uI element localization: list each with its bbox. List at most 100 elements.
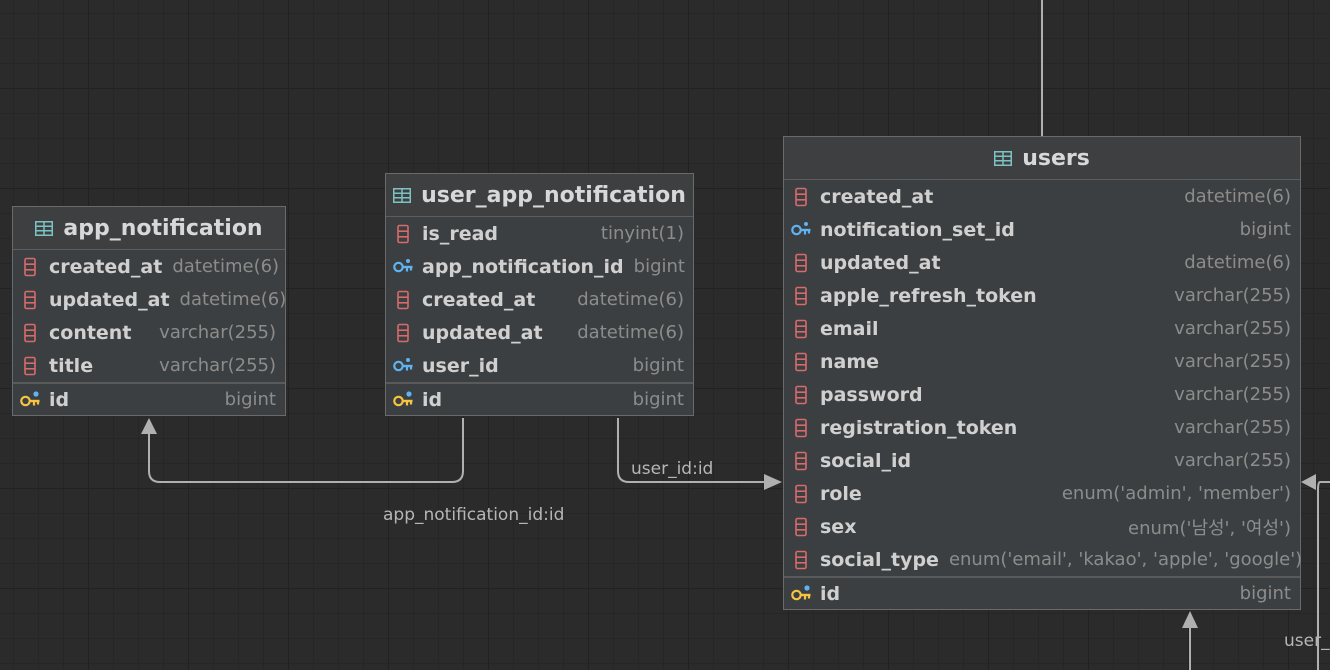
- column-name: content: [49, 321, 132, 344]
- column-icon: [790, 417, 812, 439]
- column-list: created_at datetime(6) notification_set_id…: [784, 180, 1303, 609]
- column-type: enum('남성', '여성'): [1128, 517, 1291, 539]
- column-type: bigint: [632, 355, 684, 376]
- primary-key-row[interactable]: id bigint: [386, 382, 693, 415]
- primary-key-icon: [19, 389, 41, 411]
- column-type: bigint: [224, 389, 276, 410]
- column-row[interactable]: user_id bigint: [386, 349, 693, 382]
- column-row[interactable]: password varchar(255): [784, 378, 1300, 411]
- column-row[interactable]: created_at datetime(6): [386, 283, 693, 316]
- column-type: varchar(255): [1174, 417, 1291, 438]
- column-name: created_at: [422, 288, 536, 311]
- column-row[interactable]: updated_at datetime(6): [13, 283, 286, 316]
- relation-label-user-edge: user_: [1284, 631, 1330, 651]
- column-type: varchar(255): [159, 322, 276, 343]
- column-icon: [790, 252, 812, 274]
- column-row[interactable]: apple_refresh_token varchar(255): [784, 279, 1300, 312]
- arrowhead-users-bottom: [1182, 611, 1198, 628]
- entity-user-app-notification[interactable]: user_app_notification is_read tinyint(1) a…: [385, 173, 694, 416]
- column-type: datetime(6): [1184, 252, 1291, 273]
- column-name: social_id: [820, 449, 912, 472]
- column-name: app_notification_id: [422, 255, 624, 278]
- column-row[interactable]: created_at datetime(6): [13, 250, 285, 283]
- entity-users[interactable]: users created_at datetime(6) notification_…: [783, 136, 1303, 610]
- column-name: id: [820, 582, 841, 605]
- column-icon: [790, 549, 812, 571]
- relation-label-app-notification-id: app_notification_id:id: [383, 505, 565, 525]
- column-row[interactable]: name varchar(255): [784, 345, 1300, 378]
- column-icon: [19, 256, 41, 278]
- column-row[interactable]: is_read tinyint(1): [386, 217, 693, 250]
- column-name: id: [422, 388, 443, 411]
- column-type: varchar(255): [1174, 318, 1291, 339]
- column-type: varchar(255): [159, 355, 276, 376]
- column-name: email: [820, 317, 879, 340]
- column-name: created_at: [820, 185, 934, 208]
- column-name: is_read: [422, 222, 498, 245]
- column-row[interactable]: title varchar(255): [13, 349, 285, 382]
- column-list: is_read tinyint(1) app_notification_id bigi…: [386, 217, 693, 415]
- app-notification-link: [148, 418, 464, 483]
- column-icon: [19, 355, 41, 377]
- column-name: updated_at: [422, 321, 543, 344]
- column-row[interactable]: notification_set_id bigint: [784, 213, 1300, 246]
- column-icon: [790, 483, 812, 505]
- column-row[interactable]: updated_at datetime(6): [784, 246, 1300, 279]
- column-icon: [392, 322, 414, 344]
- column-type: bigint: [632, 389, 684, 410]
- column-name: notification_set_id: [820, 218, 1015, 241]
- column-row[interactable]: sex enum('남성', '여성'): [784, 510, 1300, 543]
- column-name: user_id: [422, 354, 499, 377]
- column-type: varchar(255): [1174, 351, 1291, 372]
- column-type: bigint: [1239, 583, 1291, 604]
- column-name: updated_at: [49, 288, 170, 311]
- column-name: name: [820, 350, 880, 373]
- column-type: datetime(6): [577, 289, 684, 310]
- column-type: bigint: [633, 256, 685, 277]
- column-row[interactable]: registration_token varchar(255): [784, 411, 1300, 444]
- table-icon: [393, 187, 412, 203]
- primary-key-icon: [790, 583, 812, 605]
- column-icon: [790, 186, 812, 208]
- column-type: varchar(255): [1174, 285, 1291, 306]
- column-name: sex: [820, 515, 857, 538]
- column-row[interactable]: updated_at datetime(6): [386, 316, 693, 349]
- primary-key-row[interactable]: id bigint: [13, 382, 285, 415]
- column-name: id: [49, 388, 70, 411]
- entity-app-notification[interactable]: app_notification created_at datetime(6) up…: [12, 206, 286, 416]
- entity-title: users: [1022, 145, 1090, 171]
- column-type: datetime(6): [1184, 186, 1291, 207]
- column-name: role: [820, 482, 862, 505]
- column-icon: [392, 289, 414, 311]
- column-type: tinyint(1): [600, 223, 684, 244]
- column-row[interactable]: app_notification_id bigint: [386, 250, 693, 283]
- primary-key-icon: [392, 389, 414, 411]
- arrowhead-app-notification: [141, 418, 157, 434]
- entity-title: app_notification: [63, 215, 263, 241]
- column-icon: [790, 351, 812, 373]
- primary-key-row[interactable]: id bigint: [784, 576, 1300, 609]
- arrowhead-users-right: [1301, 474, 1316, 490]
- column-row[interactable]: social_type enum('email', 'kakao', 'apple…: [784, 543, 1303, 576]
- column-name: title: [49, 354, 94, 377]
- column-type: datetime(6): [172, 256, 280, 277]
- arrowhead-user-id: [764, 474, 782, 490]
- column-name: password: [820, 383, 923, 406]
- column-row[interactable]: role enum('admin', 'member'): [784, 477, 1300, 510]
- column-name: social_type: [820, 548, 939, 571]
- column-type: enum('admin', 'member'): [1061, 483, 1291, 504]
- foreign-key-icon: [392, 256, 414, 278]
- column-row[interactable]: email varchar(255): [784, 312, 1300, 345]
- column-type: bigint: [1239, 219, 1291, 240]
- column-name: apple_refresh_token: [820, 284, 1037, 307]
- entity-title: user_app_notification: [421, 182, 686, 208]
- column-row[interactable]: content varchar(255): [13, 316, 285, 349]
- foreign-key-icon: [392, 355, 414, 377]
- column-row[interactable]: created_at datetime(6): [784, 180, 1300, 213]
- column-type: enum('email', 'kakao', 'apple', 'google'…: [948, 549, 1303, 570]
- column-row[interactable]: social_id varchar(255): [784, 444, 1300, 477]
- column-icon: [19, 289, 41, 311]
- column-name: registration_token: [820, 416, 1018, 439]
- foreign-key-icon: [790, 219, 812, 241]
- column-icon: [19, 322, 41, 344]
